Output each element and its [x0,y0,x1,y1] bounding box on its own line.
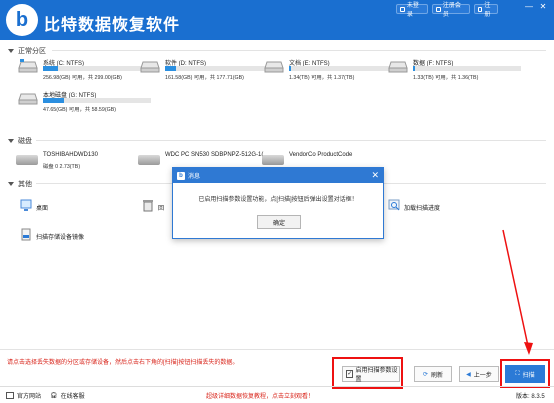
close-window-button[interactable]: ✕ [538,2,548,11]
back-label: 上一步 [473,372,492,379]
partition-usage-fill [289,66,292,71]
partition-size: 256.98(GB) 可用，共 299.00(GB) [43,75,122,81]
partition-size: 47.65(GB) 可用，共 58.59(GB) [43,107,117,113]
drive-icon [388,61,408,73]
collapse-arrow-icon [8,49,14,53]
message-dialog: b 消息 ✕ 已启用扫描参数设置功能，点[扫描]按钮后弹出设置对话框！ 确定 [172,167,384,239]
refresh-button[interactable]: ⟳ 刷新 [414,366,452,382]
partition-usage-bar [413,66,521,71]
refresh-label: 刷新 [431,372,444,379]
instruction-tip: 请点击选择丢失数据的分区或存储设备，然后点击右下角的[扫描]按钮扫描丢失的数据。 [7,360,239,366]
desktop-label: 桌面 [36,206,49,212]
scan-device-image-label: 扫描存储设备镜像 [36,235,85,241]
register-member-button[interactable]: 注册会员 [432,3,470,18]
disk-name: TOSHIBAHDWD130 [43,152,98,158]
disk-name: WDC PC SN530 SDBPNPZ-512G-1( [165,152,264,158]
online-support-label: 在线客服 [60,394,85,400]
key-icon [478,6,483,12]
partition-usage-fill [165,66,176,71]
app-logo-icon: b [6,4,38,36]
recycle-bin-label: 回 [158,206,165,212]
image-file-icon [21,228,31,241]
dialog-message: 已启用扫描参数设置功能，点[扫描]按钮后弹出设置对话框！ [198,197,358,203]
section-disks[interactable]: 磁盘 [8,136,32,146]
partition-size: 1.34(TB) 可用，共 1.37(TB) [289,75,355,81]
member-icon [436,6,441,12]
drive-icon [140,61,160,73]
dialog-close-button[interactable]: ✕ [371,170,379,181]
hard-disk-icon [262,155,284,165]
hard-disk-icon [16,155,38,165]
title-bar: b 比特数据恢复软件 未登录 注册会员 注册 — ✕ [0,0,554,40]
divider [36,140,546,141]
disk-name: VendorCo ProductCode [289,152,353,158]
partition-size: 1.33(TB) 可用，共 1.36(TB) [413,75,479,81]
section-others[interactable]: 其他 [8,179,32,189]
login-button[interactable]: 未登录 [396,3,428,18]
user-icon [400,6,405,12]
hard-disk-icon [138,155,160,165]
highlight-box [332,357,403,389]
register-member-label: 注册会员 [442,3,461,18]
collapse-arrow-icon [8,182,14,186]
official-website-label: 官方网站 [17,394,42,400]
recycle-bin-icon [143,200,153,212]
drive-icon [264,61,284,73]
partition-usage-bar [43,66,151,71]
dialog-title-bar: b 消息 [173,168,383,183]
divider [52,50,546,51]
activate-button[interactable]: 注册 [474,3,498,18]
activate-label: 注册 [484,3,491,18]
official-website-link[interactable]: 官方网站 [6,391,41,400]
back-arrow-icon: ◀ [466,371,471,378]
dialog-ok-button[interactable]: 确定 [257,215,301,229]
partition-usage-fill [43,98,64,103]
divider [0,349,554,350]
login-label: 未登录 [406,3,419,18]
highlight-box [500,359,550,388]
section-disks-label: 磁盘 [18,138,32,145]
section-partitions[interactable]: 正常分区 [8,46,46,56]
partition-usage-bar [165,66,273,71]
disk-size: 磁盘 0 2.73(TB) [43,164,81,170]
logo-letter: b [15,8,29,31]
drive-icon [18,93,38,105]
desktop-icon [20,199,32,211]
annotation-arrow-icon [502,229,533,355]
online-support-link[interactable]: 🎧︎ 在线客服 [50,391,85,400]
partition-usage-bar [289,66,397,71]
partition-size: 161.58(GB) 可用，共 177.71(GB) [165,75,244,81]
headset-icon: 🎧︎ [50,393,58,399]
app-title: 比特数据恢复软件 [44,17,181,34]
refresh-icon: ⟳ [422,371,428,378]
load-scan-progress-label: 加载扫描进度 [404,206,441,212]
drive-icon [18,59,38,73]
monitor-icon [6,392,14,399]
status-bar: 官方网站 🎧︎ 在线客服 超级详细数据恢复教程，点击立刻观看！ 版本: 8.3.5 [0,386,554,403]
partition-usage-fill [413,66,416,71]
dialog-title: 消息 [188,174,201,180]
version-label: 版本: 8.3.5 [516,394,545,400]
load-scan-icon [388,199,400,211]
partition-usage-bar [43,98,151,103]
back-button[interactable]: ◀ 上一步 [459,366,499,382]
minimize-button[interactable]: — [524,2,534,11]
section-partitions-label: 正常分区 [18,48,46,55]
app-logo-icon: b [177,171,185,180]
tutorial-promo-label: 超级详细数据恢复教程，点击立刻观看！ [206,394,315,400]
partition-usage-fill [43,66,59,71]
section-others-label: 其他 [18,181,32,188]
tutorial-promo-link[interactable]: 超级详细数据恢复教程，点击立刻观看！ [206,391,314,400]
collapse-arrow-icon [8,139,14,143]
